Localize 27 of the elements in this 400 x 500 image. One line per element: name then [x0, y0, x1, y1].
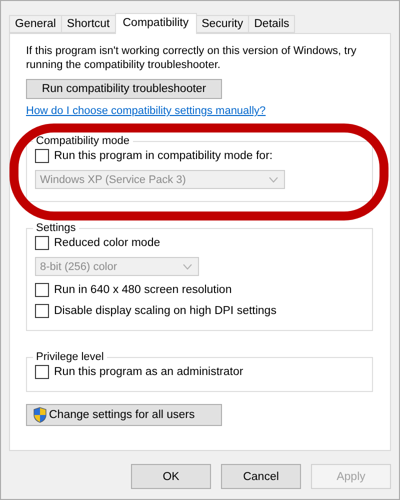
all-users-button[interactable]: Change settings for all users [26, 404, 222, 426]
shield-icon [33, 407, 47, 423]
chevron-down-icon [269, 176, 278, 182]
chevron-down-icon [183, 264, 192, 270]
checkbox-option[interactable]: Reduced color mode [35, 236, 372, 250]
checkbox-option[interactable]: Run this program in compatibility mode for: [35, 149, 372, 163]
checkbox-option[interactable]: Disable display scaling on high DPI settings [35, 304, 372, 318]
tab[interactable]: Security [196, 15, 250, 33]
checkbox[interactable] [35, 283, 49, 297]
checkbox[interactable] [35, 365, 49, 379]
checkbox[interactable] [35, 149, 49, 163]
group-title: Privilege level [35, 351, 105, 363]
checkbox[interactable] [35, 236, 49, 250]
group-title: Compatibility mode [35, 135, 131, 147]
dialog-button[interactable]: OK [131, 464, 211, 489]
help-link[interactable]: How do I choose compatibility settings manually? [26, 105, 266, 117]
troubleshooter-button[interactable]: Run compatibility troubleshooter [26, 79, 222, 99]
tab[interactable]: Shortcut [60, 15, 116, 33]
tab[interactable]: Compatibility [114, 13, 197, 34]
dialog-button[interactable]: Cancel [221, 464, 301, 489]
checkbox-option[interactable]: Run in 640 x 480 screen resolution [35, 283, 372, 297]
tab[interactable]: Details [248, 15, 296, 33]
intro-text: If this program isn't working correctly on this version of Windows, try running the compatibility troubleshooter. [26, 44, 358, 72]
checkbox-option[interactable]: Run this program as an administrator [35, 365, 372, 379]
tab[interactable]: General [9, 15, 62, 33]
checkbox[interactable] [35, 304, 49, 318]
group-title: Settings [35, 222, 77, 234]
